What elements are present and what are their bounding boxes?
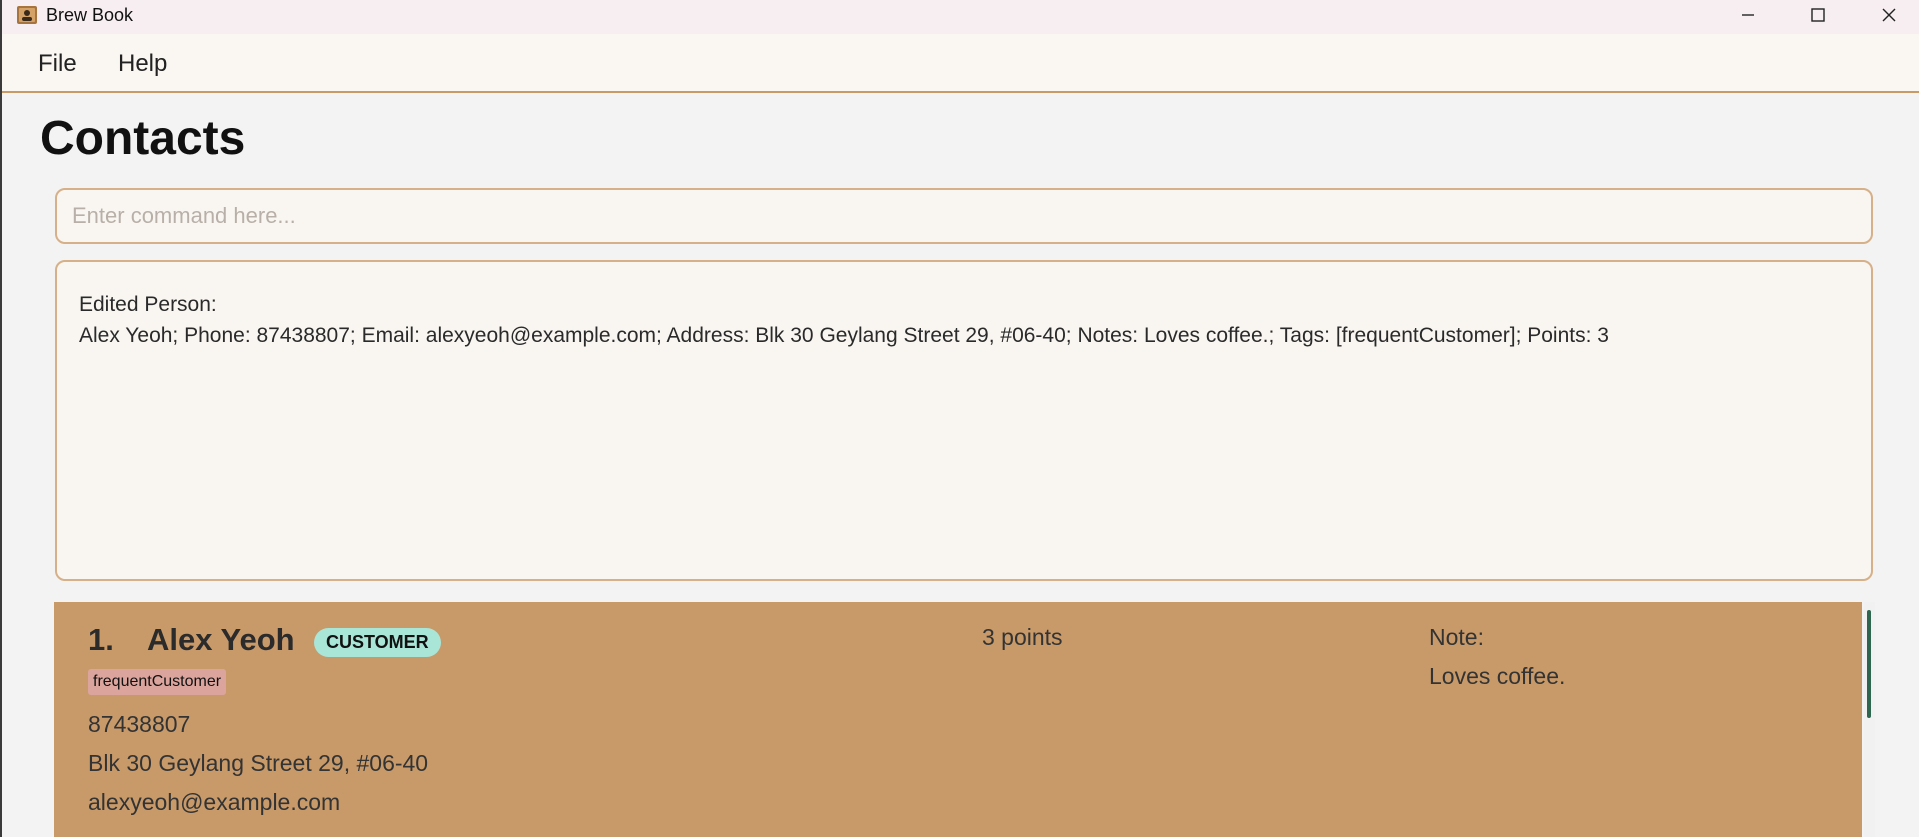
contact-address: Blk 30 Geylang Street 29, #06-40 (88, 750, 429, 776)
tag-badge: frequentCustomer (88, 669, 227, 695)
close-button[interactable] (1857, 0, 1919, 30)
contact-email: alexyeoh@example.com (88, 789, 341, 815)
contact-points: 3 points (982, 624, 1063, 650)
scrollbar-thumb[interactable] (1867, 610, 1871, 718)
maximize-icon (1811, 8, 1825, 22)
app-window: Brew Book File Help Contacts Edited Pers… (0, 0, 1919, 837)
contact-card[interactable]: 1. Alex Yeoh CUSTOMER frequentCustomer 8… (54, 602, 1862, 837)
result-display: Edited Person: Alex Yeoh; Phone: 8743880… (55, 260, 1873, 581)
maximize-button[interactable] (1786, 0, 1850, 30)
command-box (55, 188, 1873, 244)
menu-file[interactable]: File (38, 50, 77, 78)
minimize-icon (1742, 14, 1754, 16)
page-title: Contacts (40, 112, 246, 165)
role-badge: CUSTOMER (314, 628, 441, 657)
contact-phone: 87438807 (88, 711, 191, 737)
result-line-1: Edited Person: (79, 293, 217, 316)
contact-list[interactable]: 1. Alex Yeoh CUSTOMER frequentCustomer 8… (54, 602, 1875, 837)
app-icon (17, 6, 37, 24)
command-input[interactable] (57, 190, 1871, 242)
note-label: Note: (1429, 624, 1484, 650)
window-title: Brew Book (46, 5, 134, 25)
title-bar[interactable]: Brew Book (2, 0, 1919, 34)
contact-name: Alex Yeoh (147, 622, 295, 657)
menu-help[interactable]: Help (118, 50, 167, 78)
close-icon (1882, 8, 1896, 22)
note-text: Loves coffee. (1429, 663, 1566, 689)
result-line-2: Alex Yeoh; Phone: 87438807; Email: alexy… (79, 324, 1609, 347)
minimize-button[interactable] (1716, 0, 1780, 30)
menu-bar: File Help (2, 34, 1919, 93)
contact-index: 1. (88, 622, 114, 657)
scrollbar[interactable] (1864, 602, 1875, 837)
